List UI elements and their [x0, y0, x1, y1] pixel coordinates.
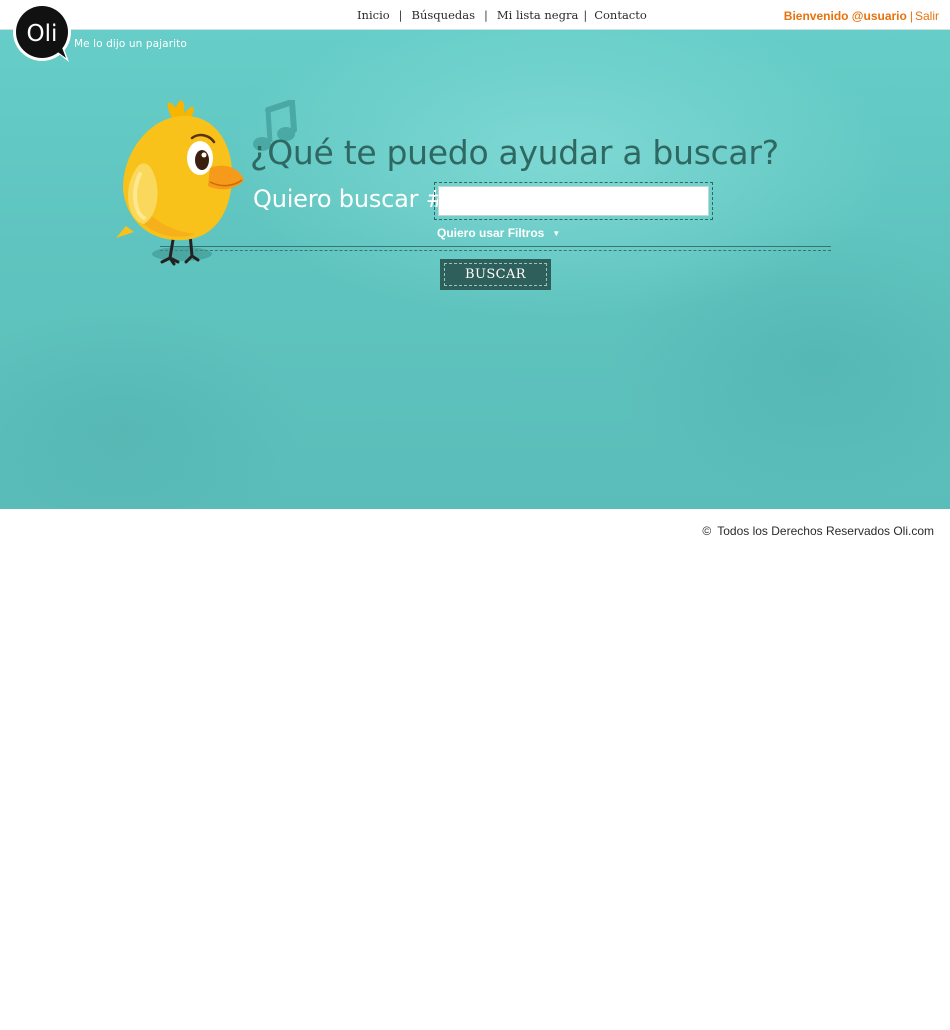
nav-separator: | [583, 8, 588, 22]
user-separator: | [909, 9, 913, 23]
search-label: Quiero buscar # [253, 185, 446, 213]
divider-dashed-line [160, 250, 831, 251]
logout-link[interactable]: Salir [915, 9, 939, 23]
divider-line [160, 246, 831, 247]
hero-section: Me lo dijo un pajarito ¿Qué te puedo ayu… [0, 30, 950, 509]
speech-bubble-logo-icon: Oli [13, 3, 71, 62]
caret-down-icon: ▼ [552, 229, 561, 238]
user-box: Bienvenido @usuario | Salir [784, 9, 939, 23]
filters-toggle-label: Quiero usar Filtros [437, 226, 545, 240]
search-button[interactable]: BUSCAR [440, 259, 551, 290]
main-nav: Inicio | Búsquedas | Mi lista negra | Co… [357, 8, 647, 22]
yellow-bird-illustration [116, 100, 244, 266]
nav-item-busquedas[interactable]: Búsquedas [412, 8, 475, 22]
welcome-text: Bienvenido @usuario [783, 9, 907, 23]
nav-item-lista-negra[interactable]: Mi lista negra [497, 8, 578, 22]
oli-logo[interactable]: Oli [11, 3, 73, 63]
logo-text: Oli [27, 21, 58, 47]
page-headline: ¿Qué te puedo ayudar a buscar? [250, 133, 779, 172]
search-input[interactable] [438, 186, 709, 216]
filters-toggle[interactable]: Quiero usar Filtros ▼ [437, 226, 560, 240]
copyright-text: Todos los Derechos Reservados Oli.com [717, 524, 934, 538]
nav-item-contacto[interactable]: Contacto [594, 8, 647, 22]
search-field-frame [434, 182, 713, 220]
nav-separator: | [484, 8, 488, 22]
copyright-symbol: © [702, 524, 712, 538]
top-bar: Inicio | Búsquedas | Mi lista negra | Co… [0, 0, 950, 30]
nav-separator: | [398, 8, 403, 22]
footer-copyright: © Todos los Derechos Reservados Oli.com [702, 524, 934, 538]
nav-item-inicio[interactable]: Inicio [357, 8, 390, 22]
tagline: Me lo dijo un pajarito [74, 38, 187, 50]
